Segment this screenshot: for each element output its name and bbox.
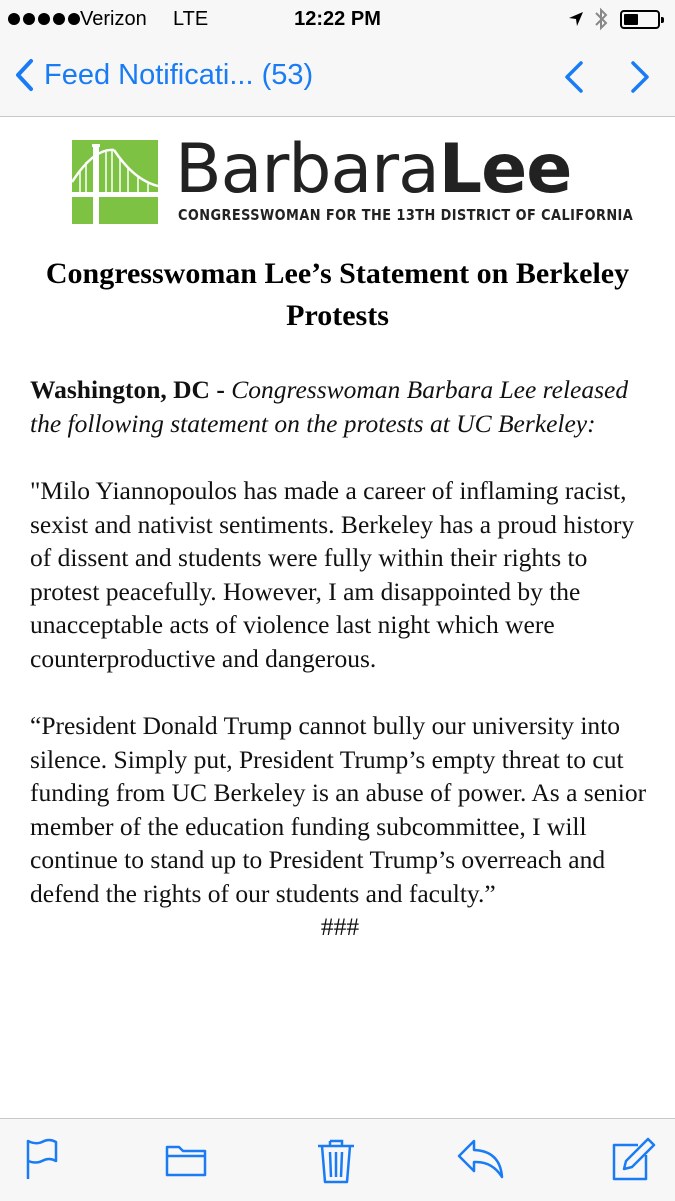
status-bar: Verizon LTE 12:22 PM [0,0,675,40]
statement-title: Congresswoman Lee’s Statement on Berkele… [45,257,630,332]
logo-last-name: Lee [438,130,573,209]
next-message-button[interactable] [629,60,651,99]
reply-icon [457,1139,504,1179]
logo-tagline: CONGRESSWOMAN FOR THE 13TH DISTRICT OF C… [178,206,634,224]
bottom-toolbar [0,1118,675,1201]
previous-message-button[interactable] [563,60,585,99]
compose-button[interactable] [608,1137,656,1190]
trash-button[interactable] [316,1137,356,1190]
navigation-bar: Feed Notificati... (53) [0,40,675,117]
folder-icon [165,1145,207,1177]
logo-wordmark: BarbaraLee [175,130,573,209]
bluetooth-icon [594,6,608,38]
battery-icon [620,10,664,29]
bridge-logo-icon [70,140,159,224]
message-body[interactable]: BarbaraLee CONGRESSWOMAN FOR THE 13TH DI… [0,117,675,1117]
quote-paragraph-1: "Milo Yiannopoulos has made a career of … [30,476,635,673]
end-mark: ### [320,912,360,941]
compose-icon [612,1137,656,1181]
statement-body: Washington, DC - Congresswoman Barbara L… [30,373,650,944]
barbara-lee-logo: BarbaraLee CONGRESSWOMAN FOR THE 13TH DI… [70,130,633,230]
reply-button[interactable] [456,1137,506,1186]
chevron-down-icon [631,61,649,93]
chevron-up-icon [565,61,583,93]
flag-button[interactable] [24,1137,60,1186]
lede-paragraph: Washington, DC - Congresswoman Barbara L… [30,373,650,440]
dateline: Washington, DC - [30,375,232,404]
back-button-label: Feed Notificati... (53) [44,58,314,91]
quote-paragraph-2: “President Donald Trump cannot bully our… [30,711,647,908]
trash-icon [318,1139,354,1184]
chevron-left-icon [16,59,33,91]
location-arrow-icon [568,10,584,33]
back-button[interactable]: Feed Notificati... (53) [14,58,313,92]
logo-first-name: Barbara [175,130,440,209]
move-to-folder-button[interactable] [164,1137,208,1186]
flag-icon [26,1138,58,1179]
